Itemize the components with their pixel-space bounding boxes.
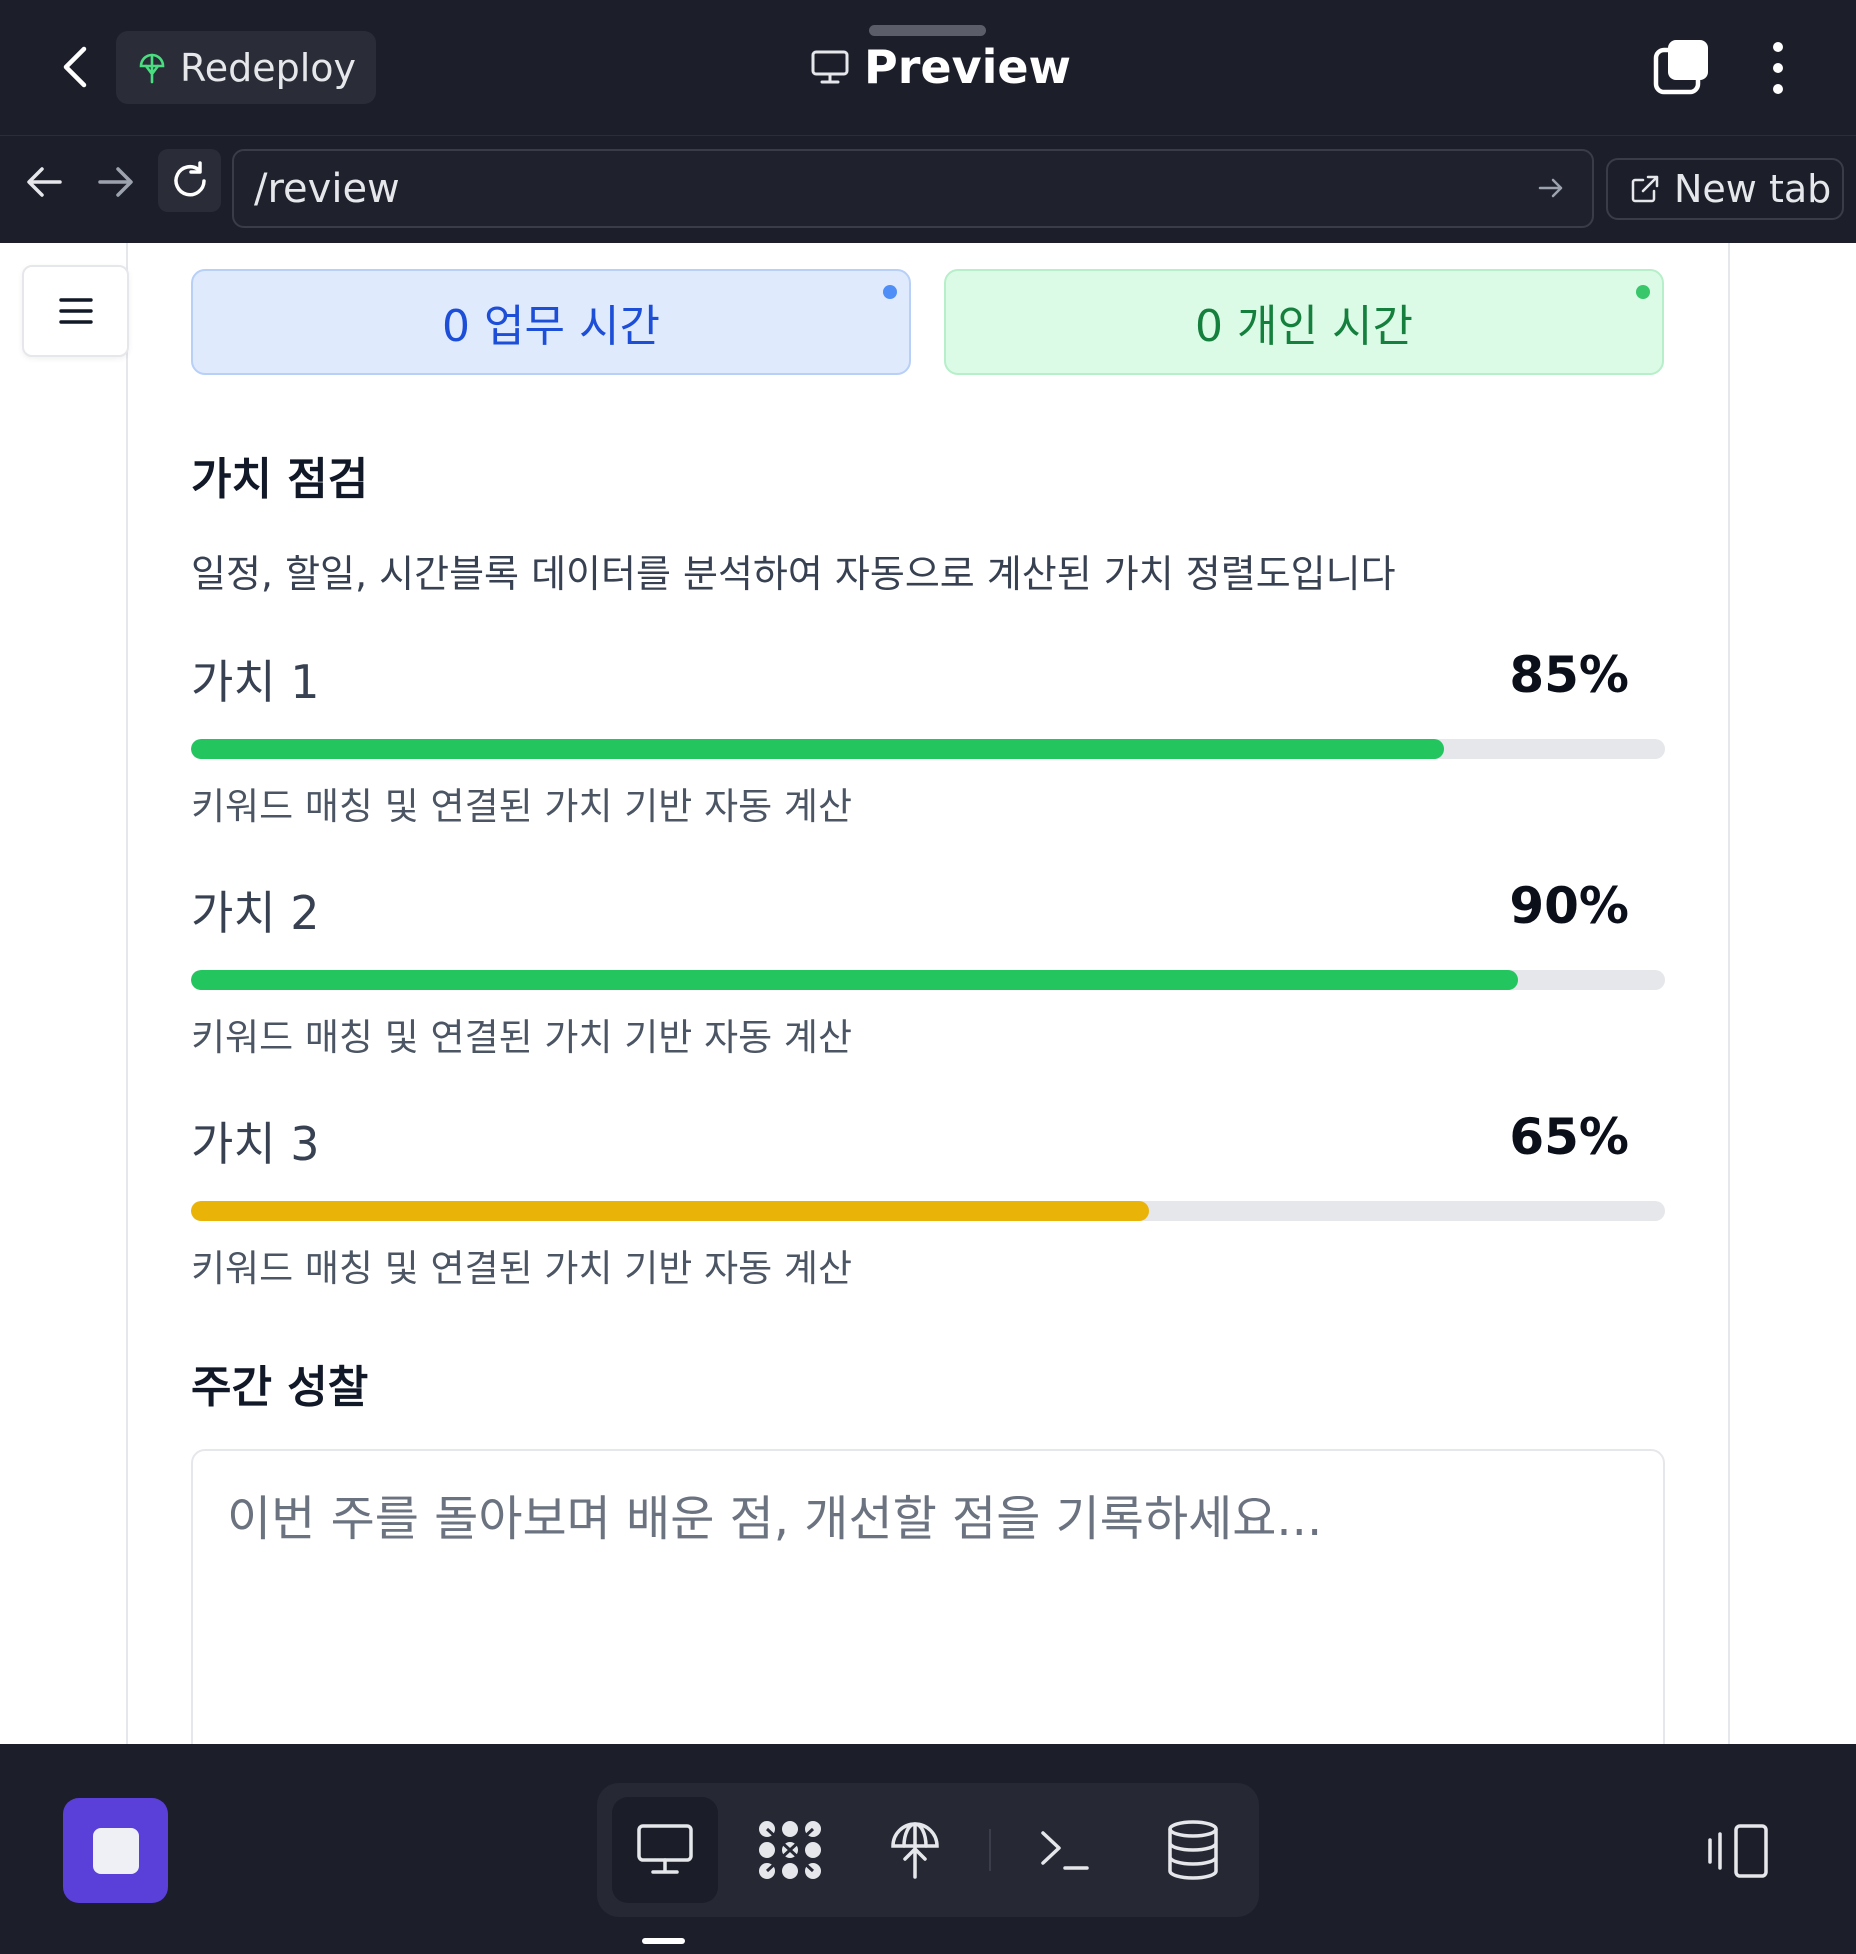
monitor-icon — [637, 1824, 693, 1874]
value-percent: 85% — [1509, 646, 1629, 704]
arrow-right-icon — [98, 167, 133, 197]
browser-back-button[interactable] — [20, 158, 68, 206]
menu-button[interactable] — [22, 265, 129, 357]
redeploy-button[interactable]: Redeploy — [116, 31, 376, 104]
bottom-toolbar — [0, 1744, 1856, 1954]
tool-preview-button[interactable] — [612, 1797, 718, 1903]
deploy-icon — [139, 53, 165, 83]
new-tab-button[interactable]: New tab — [1606, 158, 1844, 220]
stop-icon — [92, 1827, 139, 1874]
url-input[interactable]: /review — [232, 149, 1594, 228]
toolbar-divider — [989, 1829, 991, 1871]
page-border-left — [126, 243, 128, 1744]
value-name: 가치 1 — [191, 655, 320, 709]
values-section-title: 가치 점검 — [191, 454, 369, 505]
new-tab-label: New tab — [1674, 167, 1832, 211]
redeploy-label: Redeploy — [180, 45, 356, 90]
more-vertical-icon — [1773, 42, 1783, 52]
tool-switcher — [597, 1783, 1259, 1917]
terminal-icon — [1041, 1831, 1089, 1870]
page-border-right — [1728, 243, 1730, 1744]
app-header: Redeploy Preview — [0, 0, 1856, 135]
hamburger-icon — [58, 298, 93, 324]
external-link-icon — [1631, 175, 1659, 203]
value-progress-bar — [191, 1201, 1665, 1221]
work-time-card[interactable]: 0 업무 시간 — [191, 269, 911, 375]
tool-database-button[interactable] — [1140, 1797, 1246, 1903]
stop-button[interactable] — [63, 1798, 168, 1903]
work-time-label: 0 업무 시간 — [442, 301, 660, 352]
personal-time-label: 0 개인 시간 — [1195, 301, 1413, 352]
value-progress-fill — [191, 1201, 1150, 1221]
value-note: 키워드 매칭 및 연결된 가치 기반 자동 계산 — [191, 1016, 853, 1059]
home-indicator — [642, 1938, 685, 1944]
tool-terminal-button[interactable] — [1012, 1797, 1118, 1903]
page-title: Preview — [810, 32, 1071, 102]
panel-toggle-button[interactable] — [1706, 1822, 1772, 1880]
arrow-left-icon — [27, 167, 62, 197]
more-menu-button[interactable] — [1760, 38, 1796, 98]
reload-icon — [173, 160, 206, 196]
value-progress-fill — [191, 739, 1444, 759]
value-progress-fill — [191, 970, 1518, 990]
value-progress-bar — [191, 970, 1665, 990]
value-note: 키워드 매칭 및 연결된 가치 기반 자동 계산 — [191, 785, 853, 828]
preview-title-label: Preview — [864, 40, 1072, 94]
values-section-description: 일정, 할일, 시간블록 데이터를 분석하여 자동으로 계산된 가치 정렬도입니… — [191, 552, 1396, 596]
tool-deploy-button[interactable] — [862, 1797, 968, 1903]
back-button[interactable] — [50, 42, 100, 92]
database-icon — [1168, 1820, 1218, 1880]
value-progress-bar — [191, 739, 1665, 759]
monitor-icon — [811, 50, 849, 84]
reflection-field[interactable] — [191, 1449, 1665, 1744]
preview-viewport: 0 업무 시간 0 개인 시간 가치 점검 일정, 할일, 시간블록 데이터를 … — [0, 243, 1856, 1744]
apps-icon — [759, 1821, 821, 1879]
value-name: 가치 2 — [191, 886, 320, 940]
reflection-section-title: 주간 성찰 — [191, 1362, 369, 1413]
tabs-icon — [1653, 40, 1708, 95]
value-percent: 90% — [1509, 877, 1629, 935]
browser-forward-button[interactable] — [92, 158, 140, 206]
tabs-button[interactable] — [1652, 38, 1712, 98]
reflection-textarea[interactable] — [193, 1451, 1663, 1744]
work-indicator-dot — [883, 285, 897, 299]
chevron-left-icon — [63, 46, 87, 88]
deploy-icon — [891, 1822, 939, 1879]
go-arrow-icon[interactable] — [1536, 173, 1566, 203]
value-name: 가치 3 — [191, 1117, 320, 1171]
personal-time-card[interactable]: 0 개인 시간 — [944, 269, 1664, 375]
value-percent: 65% — [1509, 1108, 1629, 1166]
url-text: /review — [254, 165, 400, 212]
tool-apps-button[interactable] — [737, 1797, 843, 1903]
reload-button[interactable] — [158, 149, 221, 212]
personal-indicator-dot — [1636, 285, 1650, 299]
address-bar: /review New tab — [0, 135, 1856, 243]
value-note: 키워드 매칭 및 연결된 가치 기반 자동 계산 — [191, 1247, 853, 1290]
panel-toggle-icon — [1708, 1824, 1768, 1878]
